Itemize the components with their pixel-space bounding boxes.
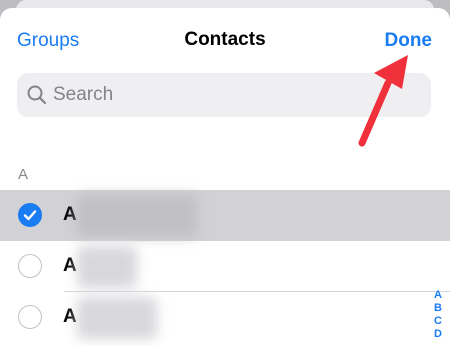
- search-icon: [27, 85, 47, 105]
- contact-name-initial: A: [63, 255, 77, 276]
- red-arrow-annotation: [358, 55, 408, 147]
- alphabet-index[interactable]: A B C D: [431, 289, 445, 341]
- contact-name-initial: A: [63, 306, 77, 327]
- blurred-contact-name: [77, 246, 137, 288]
- selected-checkbox[interactable]: [18, 203, 42, 227]
- index-letter-c[interactable]: C: [434, 315, 442, 328]
- done-button[interactable]: Done: [385, 30, 433, 52]
- blurred-contact-name: [77, 195, 197, 237]
- unselected-checkbox[interactable]: [18, 254, 42, 278]
- contact-row[interactable]: A: [0, 190, 450, 241]
- blurred-contact-name: [77, 297, 157, 339]
- index-letter-b[interactable]: B: [434, 302, 442, 315]
- page-title: Contacts: [184, 29, 266, 50]
- index-letter-d[interactable]: D: [434, 328, 442, 341]
- unselected-checkbox[interactable]: [18, 305, 42, 329]
- contact-name-initial: A: [63, 204, 77, 225]
- contact-row[interactable]: A: [0, 292, 450, 343]
- index-letter-a[interactable]: A: [434, 289, 442, 302]
- contacts-sheet: Groups Contacts Done A A A A A B C: [0, 8, 450, 346]
- section-header-a: A: [18, 166, 29, 183]
- contact-row[interactable]: A: [0, 241, 450, 292]
- checkmark-icon: [23, 210, 37, 221]
